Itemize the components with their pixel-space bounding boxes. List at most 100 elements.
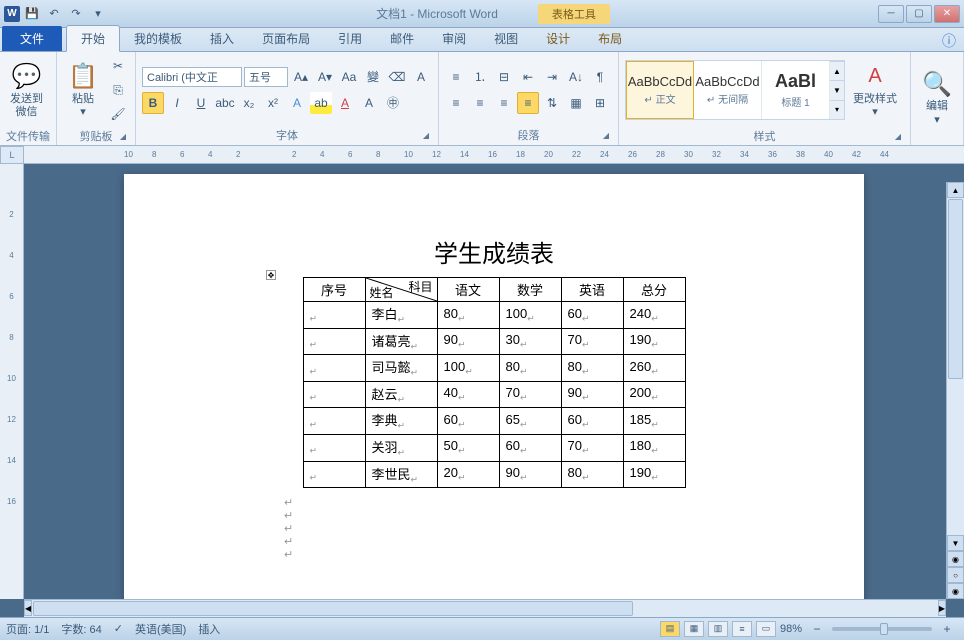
font-launcher[interactable]: ◢: [420, 131, 432, 143]
table-cell[interactable]: 赵云↵: [365, 381, 437, 408]
change-case-button[interactable]: Aa: [338, 66, 360, 88]
table-cell[interactable]: 90↵: [499, 461, 561, 488]
view-web[interactable]: ▥: [708, 621, 728, 637]
table-cell[interactable]: 70↵: [561, 328, 623, 355]
table-cell[interactable]: 70↵: [499, 381, 561, 408]
tab-insert[interactable]: 插入: [196, 26, 248, 51]
browse-object-button[interactable]: ○: [947, 567, 964, 583]
tab-review[interactable]: 审阅: [428, 26, 480, 51]
zoom-level[interactable]: 98%: [780, 623, 802, 635]
character-border-button[interactable]: A: [410, 66, 432, 88]
scroll-thumb-v[interactable]: [948, 199, 963, 379]
table-row[interactable]: ↵李白↵80↵100↵60↵240↵: [303, 302, 685, 329]
table-cell[interactable]: 60↵: [499, 434, 561, 461]
table-row[interactable]: ↵关羽↵50↵60↵70↵180↵: [303, 434, 685, 461]
align-right-button[interactable]: ≡: [493, 92, 515, 114]
cut-button[interactable]: ✂: [107, 55, 129, 77]
table-cell[interactable]: 80↵: [561, 355, 623, 382]
maximize-button[interactable]: ▢: [906, 5, 932, 23]
tab-templates[interactable]: 我的模板: [120, 26, 196, 51]
table-row[interactable]: ↵李世民↵20↵90↵80↵190↵: [303, 461, 685, 488]
table-cell[interactable]: 诸葛亮↵: [365, 328, 437, 355]
status-insert-mode[interactable]: 插入: [198, 621, 220, 637]
scroll-thumb-h[interactable]: [33, 601, 633, 616]
status-language[interactable]: 英语(美国): [135, 621, 186, 637]
table-cell[interactable]: 190↵: [623, 461, 685, 488]
scroll-down-button[interactable]: ▼: [947, 535, 964, 551]
vertical-ruler[interactable]: 246810121416: [0, 164, 24, 599]
table-cell[interactable]: 80↵: [437, 302, 499, 329]
highlight-button[interactable]: ab: [310, 92, 332, 114]
vertical-scrollbar[interactable]: ▲ ▼ ◉ ○ ◉: [946, 182, 964, 599]
font-size-combo[interactable]: 五号: [244, 67, 288, 87]
font-name-combo[interactable]: Calibri (中文正: [142, 67, 242, 87]
tab-mail[interactable]: 邮件: [376, 26, 428, 51]
font-color-button[interactable]: A: [334, 92, 356, 114]
table-cell[interactable]: 90↵: [561, 381, 623, 408]
view-outline[interactable]: ≡: [732, 621, 752, 637]
prev-page-button[interactable]: ◉: [947, 551, 964, 567]
minimize-button[interactable]: ─: [878, 5, 904, 23]
student-table[interactable]: 序号 科目 姓名 语文 数学 英语 总分 ↵李白↵80↵100↵60↵240↵↵: [303, 277, 686, 488]
horizontal-scrollbar[interactable]: ◀ ▶: [24, 599, 946, 617]
align-center-button[interactable]: ≡: [469, 92, 491, 114]
table-cell[interactable]: ↵: [303, 408, 365, 435]
scroll-right-button[interactable]: ▶: [938, 600, 946, 616]
qat-save[interactable]: 💾: [22, 4, 42, 24]
tab-file[interactable]: 文件: [2, 26, 62, 51]
decrease-indent-button[interactable]: ⇤: [517, 66, 539, 88]
tab-table-design[interactable]: 设计: [532, 26, 584, 51]
table-cell[interactable]: ↵: [303, 302, 365, 329]
style-gallery[interactable]: AaBbCcDd ↵ 正文 AaBbCcDd ↵ 无间隔 AaBl 标题 1 ▲…: [625, 60, 845, 120]
multilevel-button[interactable]: ⊟: [493, 66, 515, 88]
table-cell[interactable]: 90↵: [437, 328, 499, 355]
table-cell[interactable]: 80↵: [499, 355, 561, 382]
table-cell[interactable]: 185↵: [623, 408, 685, 435]
style-more[interactable]: ▾: [830, 100, 844, 119]
strikethrough-button[interactable]: abc: [214, 92, 236, 114]
styles-launcher[interactable]: ◢: [892, 132, 904, 144]
th-seq[interactable]: 序号: [303, 278, 365, 302]
status-words[interactable]: 字数: 64: [61, 621, 101, 637]
table-cell[interactable]: 60↵: [437, 408, 499, 435]
th-chinese[interactable]: 语文: [437, 278, 499, 302]
th-total[interactable]: 总分: [623, 278, 685, 302]
table-cell[interactable]: 180↵: [623, 434, 685, 461]
shrink-font-button[interactable]: A▾: [314, 66, 336, 88]
copy-button[interactable]: ⎘: [107, 79, 129, 101]
italic-button[interactable]: I: [166, 92, 188, 114]
shading-button[interactable]: ▦: [565, 92, 587, 114]
zoom-slider[interactable]: [832, 627, 932, 631]
tab-view[interactable]: 视图: [480, 26, 532, 51]
table-cell[interactable]: 李典↵: [365, 408, 437, 435]
table-cell[interactable]: 60↵: [561, 408, 623, 435]
view-print-layout[interactable]: ▤: [660, 621, 680, 637]
table-cell[interactable]: 50↵: [437, 434, 499, 461]
line-spacing-button[interactable]: ⇅: [541, 92, 563, 114]
table-cell[interactable]: 20↵: [437, 461, 499, 488]
numbering-button[interactable]: ⒈: [469, 66, 491, 88]
style-up[interactable]: ▲: [830, 61, 844, 80]
table-cell[interactable]: 司马懿↵: [365, 355, 437, 382]
table-move-handle[interactable]: ✥: [266, 270, 276, 280]
view-full-screen[interactable]: ▦: [684, 621, 704, 637]
style-down[interactable]: ▼: [830, 80, 844, 99]
zoom-out-button[interactable]: −: [806, 618, 828, 640]
table-cell[interactable]: ↵: [303, 328, 365, 355]
align-justify-button[interactable]: ≡: [517, 92, 539, 114]
table-cell[interactable]: 100↵: [437, 355, 499, 382]
scroll-left-button[interactable]: ◀: [24, 600, 32, 616]
view-draft[interactable]: ▭: [756, 621, 776, 637]
table-cell[interactable]: 190↵: [623, 328, 685, 355]
page[interactable]: 学生成绩表 ✥ 序号 科目 姓名 语文 数学 英语: [124, 174, 864, 599]
document-scroll[interactable]: 学生成绩表 ✥ 序号 科目 姓名 语文 数学 英语: [24, 164, 964, 599]
th-english[interactable]: 英语: [561, 278, 623, 302]
table-cell[interactable]: 70↵: [561, 434, 623, 461]
table-cell[interactable]: 关羽↵: [365, 434, 437, 461]
table-row[interactable]: ↵诸葛亮↵90↵30↵70↵190↵: [303, 328, 685, 355]
tab-references[interactable]: 引用: [324, 26, 376, 51]
zoom-thumb[interactable]: [880, 623, 888, 635]
show-marks-button[interactable]: ¶: [589, 66, 611, 88]
table-cell[interactable]: ↵: [303, 381, 365, 408]
ruler-corner[interactable]: L: [0, 146, 24, 164]
